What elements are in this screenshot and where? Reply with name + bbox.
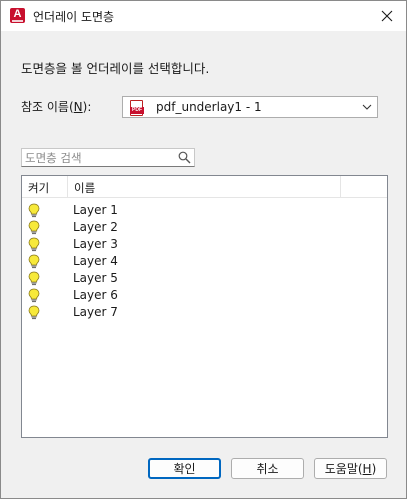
column-header-name[interactable]: 이름 (74, 180, 95, 196)
layer-search-input[interactable] (25, 150, 175, 165)
layer-row[interactable]: Layer 4 (22, 253, 387, 270)
lightbulb-icon[interactable] (28, 305, 40, 320)
layer-name: Layer 4 (73, 254, 118, 268)
reference-name-dropdown[interactable]: PDF pdf_underlay1 - 1 (122, 96, 378, 118)
lightbulb-icon[interactable] (28, 271, 40, 286)
layer-name: Layer 6 (73, 288, 118, 302)
underlay-layers-dialog: A 언더레이 도면층 도면층을 볼 언더레이를 선택합니다. 참조 이름(N):… (0, 0, 407, 499)
instruction-text: 도면층을 볼 언더레이를 선택합니다. (21, 61, 210, 76)
lightbulb-icon[interactable] (28, 220, 40, 235)
ok-button[interactable]: 확인 (148, 458, 221, 479)
window-title: 언더레이 도면층 (33, 10, 115, 24)
column-header-on[interactable]: 켜기 (28, 180, 49, 196)
reference-name-label: 참조 이름(N): (21, 98, 91, 115)
lightbulb-icon[interactable] (28, 203, 40, 218)
pdf-icon-text: PDF (130, 107, 144, 114)
layer-name: Layer 5 (73, 271, 118, 285)
reference-label-prefix: 참조 이름( (21, 100, 74, 114)
app-icon-letter: A (13, 8, 22, 20)
help-label-prefix: 도움말( (324, 462, 363, 476)
chevron-down-icon (362, 104, 372, 110)
lightbulb-icon[interactable] (28, 288, 40, 303)
help-label-mnemonic: H (362, 461, 372, 476)
title-bar[interactable]: A 언더레이 도면층 (1, 1, 406, 31)
layer-row[interactable]: Layer 6 (22, 287, 387, 304)
help-label-suffix: ) (371, 461, 377, 476)
reference-label-suffix: ): (82, 100, 92, 114)
column-divider[interactable] (340, 176, 341, 198)
layer-name: Layer 7 (73, 305, 118, 319)
lightbulb-icon[interactable] (28, 254, 40, 269)
layer-name: Layer 1 (73, 203, 118, 217)
lightbulb-icon[interactable] (28, 237, 40, 252)
layer-search-box[interactable] (21, 148, 195, 167)
reference-selected-value: pdf_underlay1 - 1 (156, 100, 262, 114)
layer-row[interactable]: Layer 3 (22, 236, 387, 253)
help-button[interactable]: 도움말(H) (314, 458, 387, 479)
close-icon (381, 10, 393, 22)
column-divider[interactable] (67, 176, 68, 198)
reference-label-mnemonic: N (73, 100, 83, 114)
list-header: 켜기 이름 (22, 176, 387, 198)
layer-row[interactable]: Layer 5 (22, 270, 387, 287)
layer-row[interactable]: Layer 7 (22, 304, 387, 321)
layer-list[interactable]: 켜기 이름 Layer 1 Layer 2 Layer 3 Layer 4 Layer … (21, 175, 388, 438)
layer-name: Layer 2 (73, 220, 118, 234)
layer-row[interactable]: Layer 2 (22, 219, 387, 236)
layer-name: Layer 3 (73, 237, 118, 251)
pdf-file-icon: PDF (130, 100, 144, 116)
autocad-icon: A (10, 8, 25, 23)
search-icon[interactable] (178, 151, 191, 164)
close-button[interactable] (374, 3, 400, 29)
layer-row[interactable]: Layer 1 (22, 202, 387, 219)
cancel-button[interactable]: 취소 (231, 458, 304, 479)
